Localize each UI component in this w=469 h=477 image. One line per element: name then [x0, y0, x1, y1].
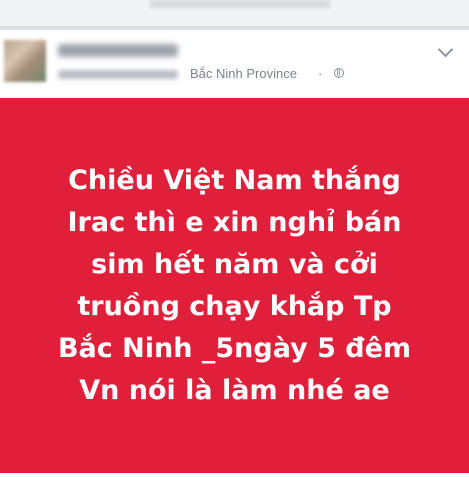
- meta-separator: ·: [318, 66, 323, 81]
- globe-icon[interactable]: [334, 68, 344, 78]
- status-background-banner: Chiều Việt Nam thắng Irac thì e xin nghỉ…: [0, 98, 469, 473]
- post-location[interactable]: Bắc Ninh Province: [190, 66, 297, 81]
- status-line-5: Bắc Ninh _5ngày 5 đêm: [57, 333, 412, 364]
- screenshot-page: Bắc Ninh Province · Chiều Việt Nam thắng…: [0, 0, 469, 477]
- status-line-3: sim hết năm và cởi: [91, 249, 378, 280]
- blurred-post-time[interactable]: [58, 70, 178, 79]
- post-header: Bắc Ninh Province ·: [0, 30, 469, 98]
- status-line-4: truồng chạy khắp Tp: [77, 291, 392, 322]
- avatar[interactable]: [4, 40, 46, 82]
- status-line-1: Chiều Việt Nam thắng: [68, 165, 401, 196]
- chevron-down-icon[interactable]: [437, 41, 454, 58]
- blurred-author-name[interactable]: [58, 44, 178, 57]
- facebook-post: Bắc Ninh Province · Chiều Việt Nam thắng…: [0, 30, 469, 477]
- status-text: Chiều Việt Nam thắng Irac thì e xin nghỉ…: [0, 160, 469, 412]
- status-line-2: Irac thì e xin nghỉ bán: [67, 207, 402, 238]
- status-line-6: Vn nói là làm nhé ae: [79, 375, 390, 406]
- post-footer-edge: [0, 473, 469, 477]
- previous-post-strip: [0, 0, 469, 27]
- blurred-previous-text: [150, 0, 330, 8]
